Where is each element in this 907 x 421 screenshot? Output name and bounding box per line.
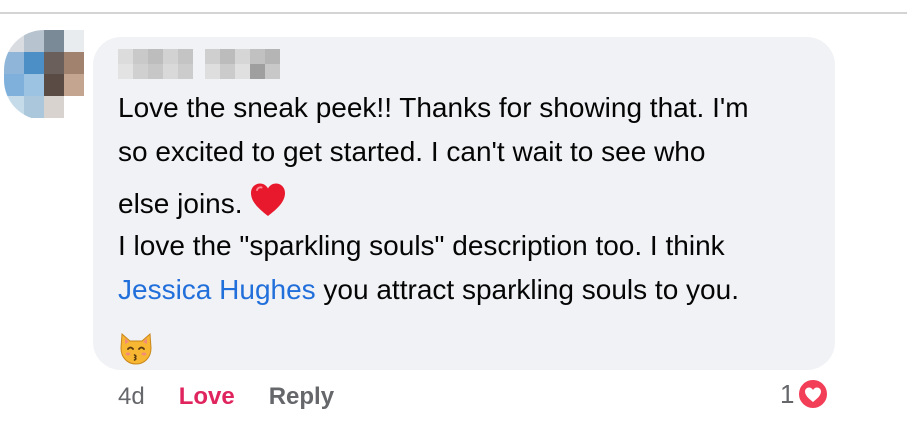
reaction-count: 1 [780, 378, 795, 409]
comment-line: else joins. [118, 178, 818, 230]
comment-line: Love the sneak peek!! Thanks for showing… [118, 92, 749, 123]
reaction-summary[interactable]: 1 [780, 378, 830, 410]
comment-timestamp[interactable]: 4d [118, 383, 145, 411]
top-divider [0, 12, 907, 14]
comment-line-with-mention: Jessica Hughes you attract sparkling sou… [118, 268, 818, 312]
mention-link[interactable]: Jessica Hughes [118, 274, 316, 305]
love-reaction-icon [797, 378, 830, 410]
love-reaction-button[interactable]: Love [179, 383, 235, 411]
comment-actions: 4d Love Reply [118, 380, 334, 414]
commenter-name[interactable] [118, 48, 280, 80]
kissing-cat-icon [120, 332, 152, 365]
commenter-avatar[interactable] [4, 30, 84, 120]
blurred-name-first [118, 49, 193, 79]
comment-line-text: else joins. [118, 188, 243, 219]
comment-line: so excited to get started. I can't wait … [118, 136, 706, 167]
comment-text: Love the sneak peek!! Thanks for showing… [118, 86, 818, 366]
comment-line: I love the "sparkling souls" description… [118, 230, 725, 261]
reply-button[interactable]: Reply [269, 383, 334, 411]
red-heart-icon [250, 183, 285, 216]
blurred-name-last [205, 49, 280, 79]
comment-line-text: you attract sparkling souls to you. [315, 274, 739, 305]
